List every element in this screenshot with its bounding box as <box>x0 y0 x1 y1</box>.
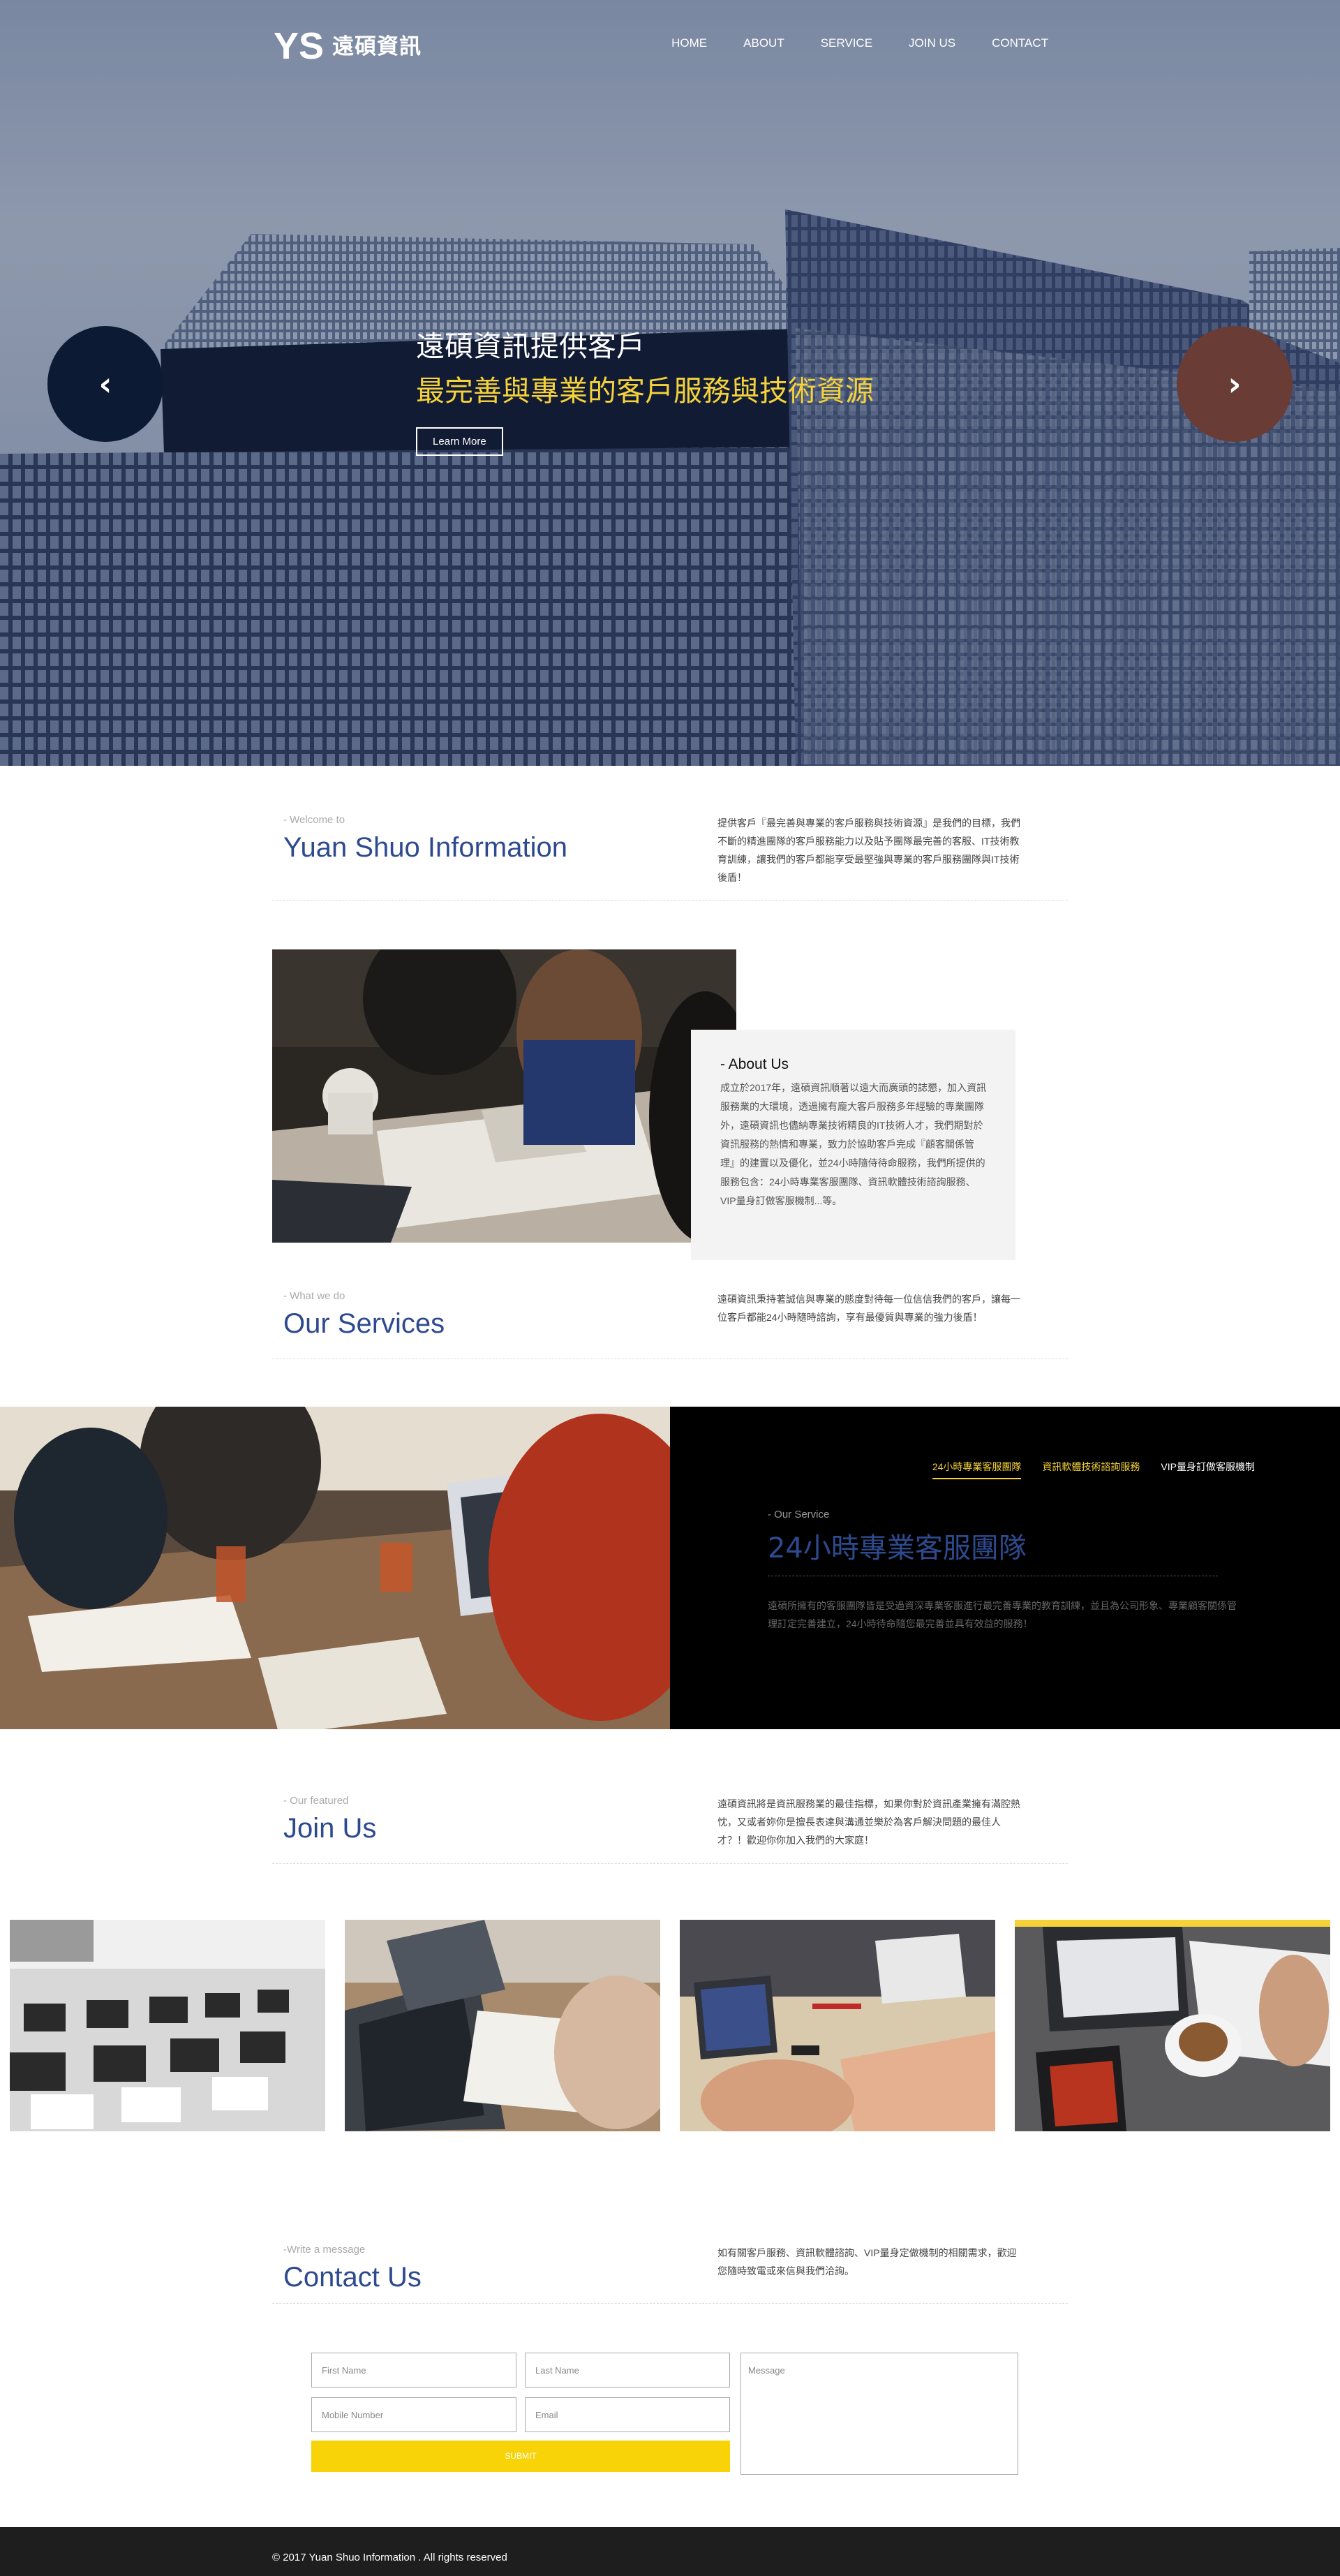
join-description: 遠碩資訊將是資訊服務業的最佳指標，如果你對於資訊產業擁有滿腔熱忱，又或者妳你是擅… <box>717 1798 1020 1846</box>
hero-headline: 遠碩資訊提供客戶 <box>416 330 645 363</box>
join-gallery <box>10 1920 1340 2131</box>
join-section: - Our featured Join Us 遠碩資訊將是資訊服務業的最佳指標，… <box>272 1791 1068 1864</box>
hero-subheadline: 最完善與專業的客戶服務與技術資源 <box>416 374 874 408</box>
services-title: Our Services <box>283 1308 445 1339</box>
tab-customer-service[interactable]: 24小時專業客服團隊 <box>932 1460 1022 1479</box>
services-section: - What we do Our Services 遠碩資訊秉持著誠信與專業的態… <box>272 1286 1068 1359</box>
brand-logo[interactable]: YS 遠碩資訊 <box>272 24 422 64</box>
welcome-description: 提供客戶『最完善與專業的客戶服務與技術資源』是我們的目標，我們不斷的精進團隊的客… <box>717 817 1020 883</box>
first-name-field[interactable]: First Name <box>311 2353 516 2388</box>
join-kicker: - Our featured <box>283 1795 349 1807</box>
footer: © 2017 Yuan Shuo Information . All right… <box>0 2527 1340 2576</box>
chevron-left-icon: ‹ <box>98 365 112 403</box>
svg-text:YS: YS <box>274 25 324 64</box>
service-title: 24小時專業客服團隊 <box>768 1525 1218 1576</box>
nav-about[interactable]: ABOUT <box>743 36 784 50</box>
services-description: 遠碩資訊秉持著誠信與專業的態度對待每一位信信我們的客戶，讓每一位客戶都能24小時… <box>717 1294 1020 1323</box>
main-nav: HOME ABOUT SERVICE JOIN US CONTACT <box>635 36 1048 50</box>
chevron-right-icon: › <box>1228 365 1242 403</box>
service-kicker: - Our Service <box>768 1509 830 1520</box>
slider-next-button[interactable]: › <box>1177 326 1293 442</box>
gallery-workspace-photo[interactable] <box>680 1920 995 2131</box>
nav-contact[interactable]: CONTACT <box>992 36 1048 50</box>
hero-banner: YS 遠碩資訊 HOME ABOUT SERVICE JOIN US CONTA… <box>0 0 1340 766</box>
service-text: 遠碩所擁有的客服團隊皆是受過資深專業客服進行最完善專業的教育訓練，並且為公司形象… <box>768 1600 1237 1629</box>
about-card: - About Us 成立於2017年，遠碩資訊順著以遠大而廣頭的誌懇，加入資訊… <box>691 1030 1015 1260</box>
tab-vip-service[interactable]: VIP量身訂做客服機制 <box>1161 1460 1255 1479</box>
gallery-laptop-photo[interactable] <box>345 1920 660 2131</box>
welcome-section: - Welcome to Yuan Shuo Information 提供客戶『… <box>272 810 1068 901</box>
nav-home[interactable]: HOME <box>671 36 707 50</box>
nav-service[interactable]: SERVICE <box>821 36 872 50</box>
tab-software-consulting[interactable]: 資訊軟體技術諮詢服務 <box>1042 1460 1140 1479</box>
services-kicker: - What we do <box>283 1290 345 1302</box>
gallery-coffee-photo[interactable] <box>1015 1920 1330 2131</box>
message-field[interactable]: Message <box>740 2353 1018 2475</box>
ys-logo-icon: YS <box>274 25 324 64</box>
email-field[interactable]: Email <box>525 2397 730 2432</box>
about-title: - About Us <box>720 1056 789 1072</box>
about-text: 成立於2017年，遠碩資訊順著以遠大而廣頭的誌懇，加入資訊服務業的大環境，透過擁… <box>720 1082 987 1206</box>
contact-kicker: -Write a message <box>283 2244 366 2256</box>
contact-section: -Write a message Contact Us 如有關客戶服務、資訊軟體… <box>272 2240 1068 2304</box>
service-tabs: 24小時專業客服團隊 資訊軟體技術諮詢服務 VIP量身訂做客服機制 <box>911 1460 1255 1479</box>
welcome-title: Yuan Shuo Information <box>283 832 567 863</box>
slider-prev-button[interactable]: ‹ <box>47 326 163 442</box>
contact-description: 如有關客戶服務、資訊軟體諮詢、VIP量身定做機制的相關需求，歡迎您隨時致電或來信… <box>717 2247 1017 2277</box>
gallery-office-photo[interactable] <box>10 1920 325 2131</box>
copyright-text: © 2017 Yuan Shuo Information . All right… <box>272 2552 507 2563</box>
brand-name: 遠碩資訊 <box>332 34 422 59</box>
welcome-kicker: - Welcome to <box>283 814 345 826</box>
learn-more-button[interactable]: Learn More <box>416 427 503 456</box>
hero-caption: 遠碩資訊提供客戶 最完善與專業的客戶服務與技術資源 Learn More <box>416 323 874 456</box>
mobile-number-field[interactable]: Mobile Number <box>311 2397 516 2432</box>
team-meeting-photo <box>0 1407 670 1729</box>
service-panel: 24小時專業客服團隊 資訊軟體技術諮詢服務 VIP量身訂做客服機制 - Our … <box>670 1407 1340 1729</box>
about-photo <box>272 949 736 1243</box>
contact-title: Contact Us <box>283 2262 422 2293</box>
nav-join-us[interactable]: JOIN US <box>909 36 955 50</box>
submit-button[interactable]: SUBMIT <box>311 2441 730 2472</box>
join-title: Join Us <box>283 1813 377 1844</box>
last-name-field[interactable]: Last Name <box>525 2353 730 2388</box>
